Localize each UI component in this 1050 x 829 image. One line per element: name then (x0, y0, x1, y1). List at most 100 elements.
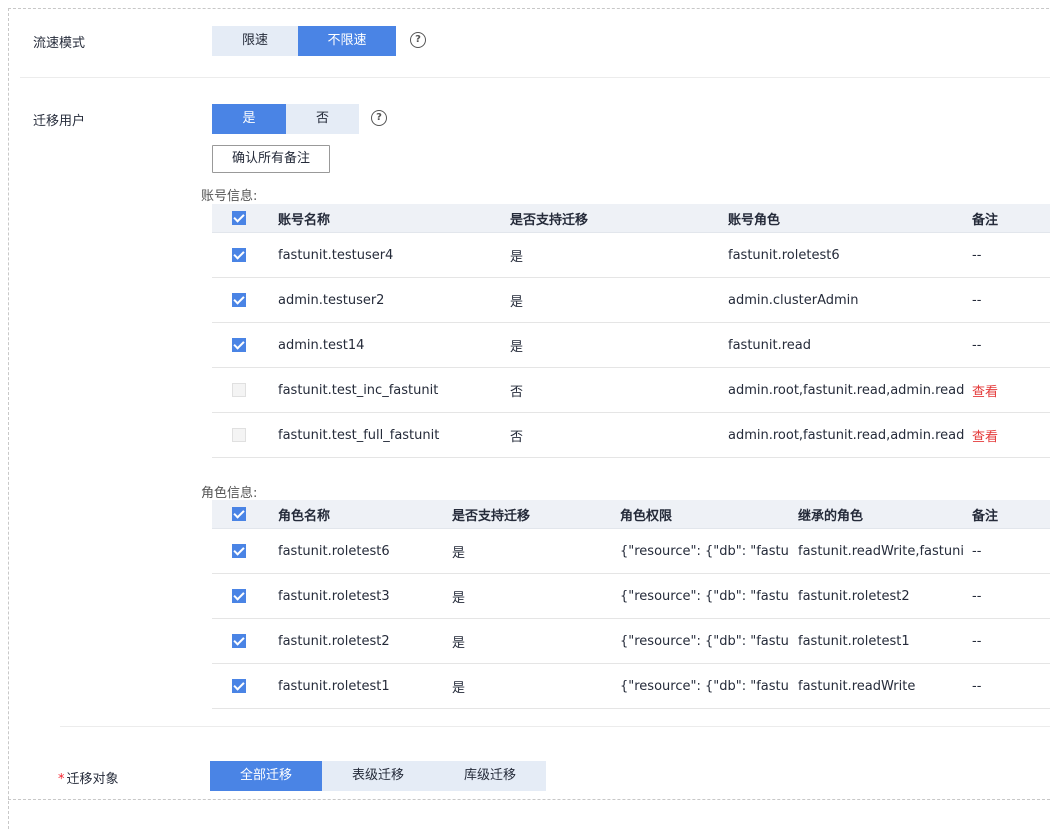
row-checkbox-cell[interactable] (212, 232, 270, 278)
table-row: fastunit.test_full_fastunit 否 admin.root,f… (212, 412, 1050, 458)
account-role-cell: fastunit.read (720, 322, 964, 368)
account-name-cell: fastunit.testuser4 (270, 232, 502, 278)
remark-cell: -- (964, 618, 1050, 664)
row-checkbox[interactable] (232, 634, 246, 648)
select-all-checkbox[interactable] (232, 211, 246, 225)
row-checkbox[interactable] (232, 589, 246, 603)
required-mark: * (58, 772, 65, 787)
row-checkbox[interactable] (232, 383, 246, 397)
flow-mode-unlimited-button[interactable]: 不限速 (298, 26, 396, 56)
table-row: fastunit.roletest6 是 {"resource": {"db": "… (212, 528, 1050, 574)
row-checkbox-cell[interactable] (212, 573, 270, 619)
migration-supported-cell: 是 (444, 573, 612, 619)
select-all-roles-checkbox-cell[interactable] (212, 500, 270, 529)
migrate-users-help-icon[interactable]: ? (371, 110, 387, 126)
column-header: 账号角色 (720, 204, 964, 233)
row-checkbox[interactable] (232, 293, 246, 307)
db-level-migrate-button[interactable]: 库级迁移 (434, 761, 546, 791)
account-role-cell: admin.root,fastunit.read,admin.read... (720, 412, 964, 458)
row-checkbox-cell[interactable] (212, 618, 270, 664)
row-checkbox[interactable] (232, 428, 246, 442)
role-name-cell: fastunit.roletest6 (270, 528, 444, 574)
migrate-all-button[interactable]: 全部迁移 (210, 761, 322, 791)
row-checkbox-cell[interactable] (212, 322, 270, 368)
table-row: admin.testuser2 是 admin.clusterAdmin -- (212, 277, 1050, 323)
select-all-checkbox[interactable] (232, 507, 246, 521)
migration-supported-cell: 是 (444, 618, 612, 664)
row-checkbox-cell[interactable] (212, 528, 270, 574)
table-row: fastunit.test_inc_fastunit 否 admin.root,fa… (212, 367, 1050, 413)
section-divider (20, 77, 1050, 78)
table-row: fastunit.roletest3 是 {"resource": {"db": "… (212, 573, 1050, 619)
column-header: 备注 (964, 204, 1050, 233)
flow-mode-help-icon[interactable]: ? (410, 32, 426, 48)
migrate-users-no-button[interactable]: 否 (286, 104, 359, 134)
role-table: 角色名称 是否支持迁移 角色权限 继承的角色 备注 fastunit.rolet… (212, 500, 1050, 709)
account-table-header: 账号名称 是否支持迁移 账号角色 备注 (212, 204, 1050, 233)
migrate-object-label-text: 迁移对象 (66, 772, 119, 787)
remark-cell: 查看 (964, 367, 1050, 413)
role-privilege-cell: {"resource": {"db": "fastu... (612, 663, 790, 709)
flow-mode-segment: 限速 不限速 (212, 26, 396, 56)
row-checkbox-cell[interactable] (212, 367, 270, 413)
column-header: 角色权限 (612, 500, 790, 529)
migration-supported-cell: 否 (502, 412, 720, 458)
select-all-accounts-checkbox-cell[interactable] (212, 204, 270, 233)
view-link[interactable]: 查看 (972, 430, 998, 445)
table-row: fastunit.roletest1 是 {"resource": {"db": "… (212, 663, 1050, 709)
account-role-cell: admin.clusterAdmin (720, 277, 964, 323)
row-checkbox[interactable] (232, 679, 246, 693)
migrate-object-label: * 迁移对象 (58, 768, 119, 787)
column-header: 备注 (964, 500, 1050, 529)
migration-supported-cell: 是 (444, 663, 612, 709)
migration-supported-cell: 是 (444, 528, 612, 574)
account-table: 账号名称 是否支持迁移 账号角色 备注 fastunit.testuser4 是 f… (212, 204, 1050, 458)
role-table-header: 角色名称 是否支持迁移 角色权限 继承的角色 备注 (212, 500, 1050, 529)
column-header: 账号名称 (270, 204, 502, 233)
migration-supported-cell: 否 (502, 367, 720, 413)
remark-cell: -- (964, 663, 1050, 709)
remark-cell: -- (964, 528, 1050, 574)
role-name-cell: fastunit.roletest3 (270, 573, 444, 619)
column-header: 是否支持迁移 (502, 204, 720, 233)
table-level-migrate-button[interactable]: 表级迁移 (322, 761, 434, 791)
remark-cell: -- (964, 277, 1050, 323)
column-header: 继承的角色 (790, 500, 964, 529)
flow-mode-limited-button[interactable]: 限速 (212, 26, 298, 56)
remark-cell: -- (964, 573, 1050, 619)
section-divider (60, 726, 1050, 727)
role-privilege-cell: {"resource": {"db": "fastu... (612, 528, 790, 574)
account-name-cell: admin.test14 (270, 322, 502, 368)
inherited-role-cell: fastunit.readWrite,fastuni... (790, 528, 964, 574)
bottom-border (8, 799, 1050, 800)
confirm-all-remarks-button[interactable]: 确认所有备注 (212, 145, 330, 173)
migrate-object-segment: 全部迁移 表级迁移 库级迁移 (210, 761, 546, 791)
remark-cell: 查看 (964, 412, 1050, 458)
account-name-cell: fastunit.test_inc_fastunit (270, 367, 502, 413)
row-checkbox[interactable] (232, 544, 246, 558)
inherited-role-cell: fastunit.roletest2 (790, 573, 964, 619)
table-row: fastunit.roletest2 是 {"resource": {"db": "… (212, 618, 1050, 664)
role-name-cell: fastunit.roletest2 (270, 618, 444, 664)
row-checkbox-cell[interactable] (212, 412, 270, 458)
row-checkbox[interactable] (232, 248, 246, 262)
row-checkbox[interactable] (232, 338, 246, 352)
view-link[interactable]: 查看 (972, 385, 998, 400)
inherited-role-cell: fastunit.roletest1 (790, 618, 964, 664)
row-checkbox-cell[interactable] (212, 277, 270, 323)
table-row: fastunit.testuser4 是 fastunit.roletest6 -- (212, 232, 1050, 278)
remark-cell: -- (964, 232, 1050, 278)
migrate-users-label: 迁移用户 (33, 114, 86, 129)
role-privilege-cell: {"resource": {"db": "fastu... (612, 573, 790, 619)
role-name-cell: fastunit.roletest1 (270, 663, 444, 709)
inherited-role-cell: fastunit.readWrite (790, 663, 964, 709)
remark-cell: -- (964, 322, 1050, 368)
account-info-title: 账号信息: (201, 189, 258, 204)
row-checkbox-cell[interactable] (212, 663, 270, 709)
migration-supported-cell: 是 (502, 277, 720, 323)
account-role-cell: admin.root,fastunit.read,admin.read... (720, 367, 964, 413)
role-privilege-cell: {"resource": {"db": "fastu... (612, 618, 790, 664)
migrate-users-yes-button[interactable]: 是 (212, 104, 286, 134)
account-role-cell: fastunit.roletest6 (720, 232, 964, 278)
role-info-title: 角色信息: (201, 486, 258, 501)
